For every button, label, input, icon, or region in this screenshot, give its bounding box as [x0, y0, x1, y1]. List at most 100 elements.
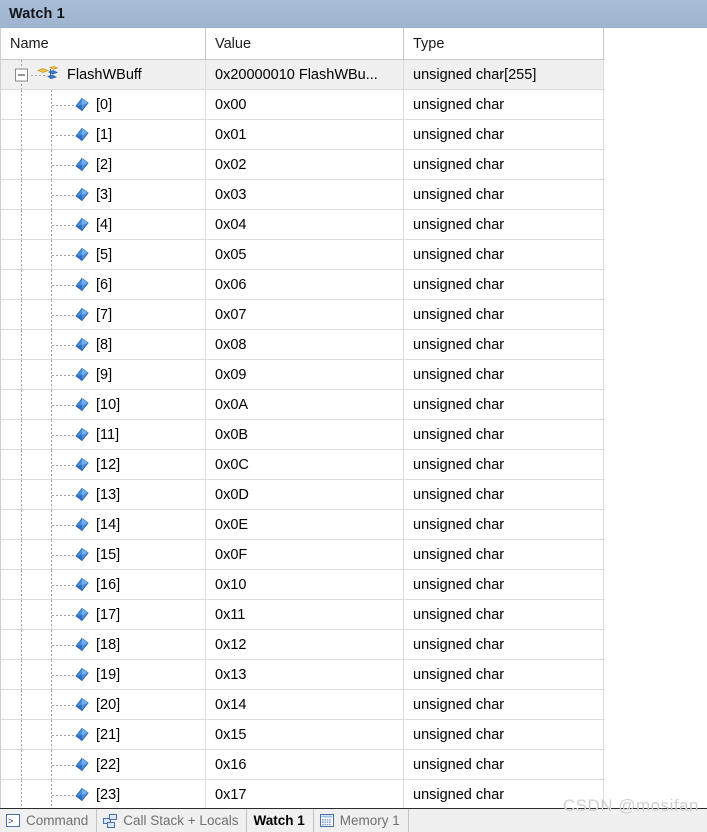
table-row[interactable]: [12] 0x0C unsigned char — [1, 450, 605, 480]
table-row[interactable]: [9] 0x09 unsigned char — [1, 360, 605, 390]
cell-name[interactable]: [7] — [1, 300, 206, 329]
cell-value[interactable]: 0x05 — [206, 240, 404, 269]
cell-name[interactable]: [17] — [1, 600, 206, 629]
tree-connector — [52, 554, 74, 556]
table-row[interactable]: [18] 0x12 unsigned char — [1, 630, 605, 660]
cell-value[interactable]: 0x08 — [206, 330, 404, 359]
cell-value[interactable]: 0x14 — [206, 690, 404, 719]
diamond-icon — [74, 247, 90, 263]
table-row[interactable]: [7] 0x07 unsigned char — [1, 300, 605, 330]
table-row[interactable]: [4] 0x04 unsigned char — [1, 210, 605, 240]
table-row[interactable]: [22] 0x16 unsigned char — [1, 750, 605, 780]
page-title: Watch 1 — [9, 5, 65, 22]
cell-name[interactable]: [11] — [1, 420, 206, 449]
cell-name[interactable]: [16] — [1, 570, 206, 599]
table-row[interactable]: [11] 0x0B unsigned char — [1, 420, 605, 450]
cell-name[interactable]: [23] — [1, 780, 206, 808]
table-row[interactable]: [21] 0x15 unsigned char — [1, 720, 605, 750]
cell-type: unsigned char — [404, 360, 604, 389]
tab-call-stack-locals[interactable]: Call Stack + Locals — [97, 809, 248, 832]
table-row[interactable]: [13] 0x0D unsigned char — [1, 480, 605, 510]
cell-value[interactable]: 0x02 — [206, 150, 404, 179]
cell-name[interactable]: [4] — [1, 210, 206, 239]
tree-node: [17] — [1, 600, 205, 629]
cell-value[interactable]: 0x0F — [206, 540, 404, 569]
cell-type: unsigned char — [404, 300, 604, 329]
cell-value[interactable]: 0x06 — [206, 270, 404, 299]
cell-name[interactable]: [5] — [1, 240, 206, 269]
diamond-icon — [74, 97, 90, 113]
cell-name[interactable]: [13] — [1, 480, 206, 509]
table-row[interactable]: [8] 0x08 unsigned char — [1, 330, 605, 360]
column-header-type[interactable]: Type — [404, 28, 604, 59]
cell-name[interactable]: [21] — [1, 720, 206, 749]
cell-value[interactable]: 0x04 — [206, 210, 404, 239]
tab-command[interactable]: > Command — [0, 809, 98, 832]
cell-value[interactable]: 0x01 — [206, 120, 404, 149]
tab-memory-1[interactable]: Memory 1 — [313, 809, 409, 832]
cell-value[interactable]: 0x15 — [206, 720, 404, 749]
table-row[interactable]: [15] 0x0F unsigned char — [1, 540, 605, 570]
cell-value[interactable]: 0x13 — [206, 660, 404, 689]
cell-value[interactable]: 0x00 — [206, 90, 404, 119]
cell-name[interactable]: [15] — [1, 540, 206, 569]
cell-name[interactable]: [12] — [1, 450, 206, 479]
cell-value[interactable]: 0x09 — [206, 360, 404, 389]
bottom-tab-strip: > Command Call Stack + Locals Watch 1 Me… — [0, 808, 707, 832]
cell-value[interactable]: 0x0D — [206, 480, 404, 509]
tree-node: [13] — [1, 480, 205, 509]
cell-value[interactable]: 0x12 — [206, 630, 404, 659]
table-row[interactable]: [14] 0x0E unsigned char — [1, 510, 605, 540]
cell-value[interactable]: 0x0E — [206, 510, 404, 539]
tab-watch-1[interactable]: Watch 1 — [247, 809, 314, 832]
table-row[interactable]: [23] 0x17 unsigned char — [1, 780, 605, 808]
cell-value[interactable]: 0x20000010 FlashWBu... — [206, 60, 404, 89]
cell-value[interactable]: 0x07 — [206, 300, 404, 329]
table-row[interactable]: [6] 0x06 unsigned char — [1, 270, 605, 300]
column-header-name[interactable]: Name — [1, 28, 206, 59]
cell-name[interactable]: [10] — [1, 390, 206, 419]
tree-line — [21, 600, 22, 629]
tree-line — [21, 630, 22, 659]
cell-name[interactable]: [18] — [1, 630, 206, 659]
cell-value[interactable]: 0x0B — [206, 420, 404, 449]
table-row[interactable]: [20] 0x14 unsigned char — [1, 690, 605, 720]
cell-name[interactable]: [2] — [1, 150, 206, 179]
cell-name[interactable]: [8] — [1, 330, 206, 359]
cell-value[interactable]: 0x10 — [206, 570, 404, 599]
cell-name[interactable]: [0] — [1, 90, 206, 119]
cell-name[interactable]: [20] — [1, 690, 206, 719]
cell-name[interactable]: [9] — [1, 360, 206, 389]
tree-line — [21, 480, 22, 509]
cell-name[interactable]: [1] — [1, 120, 206, 149]
table-row[interactable]: [0] 0x00 unsigned char — [1, 90, 605, 120]
table-row[interactable]: [10] 0x0A unsigned char — [1, 390, 605, 420]
table-row[interactable]: [17] 0x11 unsigned char — [1, 600, 605, 630]
table-row[interactable]: [2] 0x02 unsigned char — [1, 150, 605, 180]
row-name-label: [15] — [96, 546, 121, 563]
column-header-value[interactable]: Value — [206, 28, 404, 59]
tree-node: [3] — [1, 180, 205, 209]
table-row[interactable]: [3] 0x03 unsigned char — [1, 180, 605, 210]
table-row[interactable]: [16] 0x10 unsigned char — [1, 570, 605, 600]
array-icon — [36, 65, 59, 84]
watch-grid-container[interactable]: Name Value Type FlashWBuff 0x20000010 Fla… — [0, 28, 707, 808]
table-row[interactable]: FlashWBuff 0x20000010 FlashWBu... unsigned… — [1, 60, 605, 90]
cell-type: unsigned char — [404, 540, 604, 569]
cell-value[interactable]: 0x03 — [206, 180, 404, 209]
table-row[interactable]: [5] 0x05 unsigned char — [1, 240, 605, 270]
table-row[interactable]: [1] 0x01 unsigned char — [1, 120, 605, 150]
cell-name[interactable]: [6] — [1, 270, 206, 299]
cell-name[interactable]: [14] — [1, 510, 206, 539]
cell-value[interactable]: 0x11 — [206, 600, 404, 629]
cell-value[interactable]: 0x0C — [206, 450, 404, 479]
expander-toggle[interactable] — [15, 68, 28, 81]
cell-value[interactable]: 0x16 — [206, 750, 404, 779]
cell-name[interactable]: [19] — [1, 660, 206, 689]
cell-value[interactable]: 0x17 — [206, 780, 404, 808]
cell-name[interactable]: [3] — [1, 180, 206, 209]
cell-name[interactable]: FlashWBuff — [1, 60, 206, 89]
cell-name[interactable]: [22] — [1, 750, 206, 779]
cell-value[interactable]: 0x0A — [206, 390, 404, 419]
table-row[interactable]: [19] 0x13 unsigned char — [1, 660, 605, 690]
